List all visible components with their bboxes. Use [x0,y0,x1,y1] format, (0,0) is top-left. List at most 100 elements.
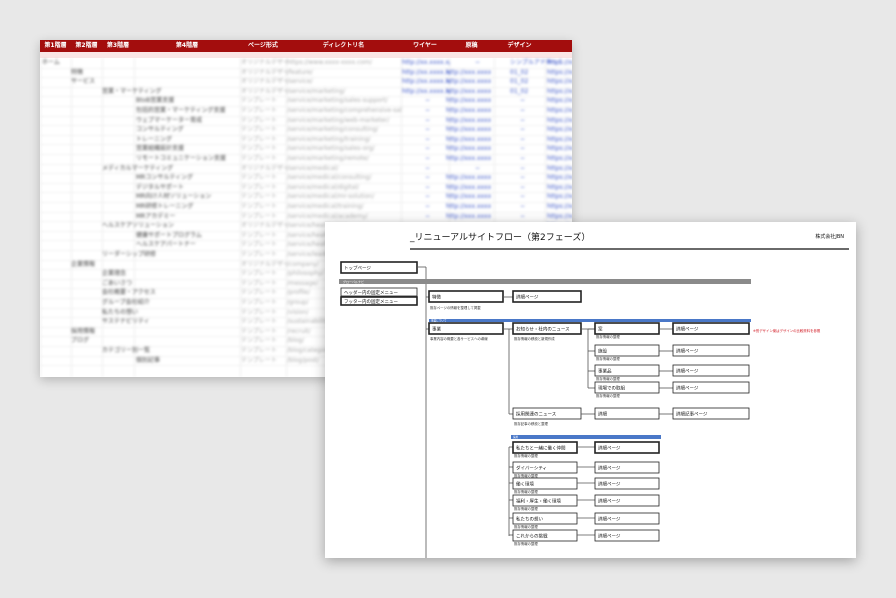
table-cell: テンプレート [241,107,277,114]
flow-node-label: 特徴 [432,294,441,301]
flow-node-label: 詳細記事ページ [676,411,708,418]
table-cell: 私たちの想い [102,308,139,316]
table-cell: テンプレート [241,155,277,162]
table-cell: テンプレート [241,231,277,239]
column-header: デザイン [507,42,532,49]
table-cell: http://xxx.xxxx.x/ [446,212,491,220]
flow-node-label: 事業品 [598,368,612,375]
table-cell: /service/medical/training/ [287,203,364,210]
table-cell: /service/medical/academy/ [287,212,368,220]
table-cell: https://xx [547,68,572,76]
flow-node-label: 詳細ページ [598,445,621,452]
table-cell: /service/marketing/training/ [287,135,371,143]
table-cell: https://xx [547,174,572,182]
table-cell: https://xx [547,135,572,143]
flow-node-label: 詳細ページ [516,294,539,301]
flow-node-label: 施設 [598,348,607,355]
flow-node-label: 詳細ページ [598,465,621,472]
table-cell: オリジナルデザイン [241,59,287,66]
table-cell: オリジナルデザイン [241,68,287,76]
table-cell: − [475,164,481,172]
table-cell: テンプレート [241,347,277,354]
table-cell: https://xx [547,145,572,153]
news-child-node [594,322,660,335]
table-cell: テンプレート [241,203,277,210]
table-cell: テンプレート [241,299,277,306]
table-cell: https://www.xxxx-xxxx.com/ [287,59,372,66]
flow-node-note: 既存情報の整理 [596,376,620,381]
flow-node-label: フッター内の固定メニュー [344,298,398,305]
annotation-note: ※別デザイン案はデザインの比較資料を参照 [753,328,821,333]
flow-node-label: 詳細ページ [598,481,621,488]
table-cell: オリジナルデザイン [241,87,287,95]
flow-node-label: 詳細ページ [598,533,621,540]
flow-node-note: 既存情報の整理 [514,473,538,478]
table-cell: ブログ [71,337,90,345]
flow-node-note: 既存情報の整理 [596,393,620,398]
column-header: 第4階層 [175,42,199,49]
flow-node-label: 現場での取組 [598,385,625,392]
table-cell: /service/marketing/comprehensive-sales-s… [287,107,402,114]
table-cell: オリジナルデザイン [241,222,287,230]
flow-node-label: トップページ [344,266,371,272]
flow-node-note: 既存情報の整理 [596,334,620,339]
table-cell: テンプレート [241,318,277,326]
table-cell: http://xxx.xxxx.x/ [446,135,491,143]
table-cell: ヘルスケアソリューション [102,222,174,230]
flow-node-note: 既存情報の整理 [514,524,538,529]
table-cell: https://xx [547,107,572,114]
flow-node-note: 既存情報の整理 [514,541,538,546]
flow-node-label: ダイバーシティ [516,465,547,472]
table-cell: http://xxx.xxxx.x/ [446,193,491,201]
table-cell: http://xxx.xxxx.x/ [446,78,491,86]
table-cell: テンプレート [241,251,277,258]
table-cell: https://xx [547,203,572,210]
table-cell: https://xx [547,78,572,86]
table-cell: http://xxx.xxxx.x/ [446,68,491,76]
flow-node-label: 詳細 [598,411,607,418]
table-cell: http://xxx.xxxx.x/ [446,203,491,210]
flow-node-note: 事業内容の概要と各サービスへの導線 [430,336,488,341]
flow-node-label: お知らせ・社内のニュース [516,326,570,333]
table-cell: テンプレート [241,145,277,153]
table-cell: /service/medical/digital/ [287,183,359,191]
table-cell: 特徴 [71,68,84,76]
table-cell: テンプレート [241,356,277,364]
table-cell: /service/marketing/sales-support/ [287,97,388,105]
spreadsheet-header: 第1階層 第2階層 第3階層 第4階層 ページ形式 ディレクトリ名 ワイヤー 原稿 デザイン [40,40,572,52]
table-cell: http://xxx.xxxx.x/ [446,116,491,124]
flow-node-label: 働く環境 [516,481,534,488]
table-cell: https://xx [547,59,572,66]
table-cell: テンプレート [241,174,277,182]
flow-node-label: 詳細ページ [676,326,699,333]
flow-node-label: 私たちと一緒に働く仲間 [516,445,566,452]
section-label: グローバルナビ [343,279,364,284]
table-cell: 採用情報 [71,327,96,335]
table-cell: 営業・マーケティング [102,87,162,95]
flow-node-label: 詳細ページ [598,516,621,523]
table-cell: http://xxx.xxxx.x/ [446,126,491,134]
column-header: ディレクトリ名 [322,42,365,49]
flow-node-note: 既存情報の整理 [514,506,538,511]
table-cell: http://xx.xxxx.x/ [402,78,450,86]
table-cell: テンプレート [241,135,277,143]
table-cell: /service/medical/consulting/ [287,174,372,182]
table-cell: テンプレート [241,183,277,191]
flow-node-label: 詳細ページ [598,498,621,505]
table-cell: https://xx [547,97,572,105]
flow-node-note: 既存情報の整理 [514,453,538,458]
table-cell: リーダーシップ研修 [102,251,156,258]
table-cell: ごあいさつ [102,279,133,287]
column-header: 第2階層 [75,42,98,49]
table-cell: /service/marketing/ [287,87,346,95]
table-cell: https://xx [547,193,572,201]
flow-node-note: 既存ページの情報を整理して掲載 [430,305,481,310]
flow-node-note: 既存情報の移設と新規作成 [514,336,555,341]
table-cell: テンプレート [241,279,277,287]
table-cell: https://xx [547,183,572,191]
business-section-bar [429,319,751,322]
flow-node-label: 詳細ページ [676,368,699,375]
table-cell: 企業情報 [71,260,96,268]
table-cell: テンプレート [241,212,277,220]
flow-node-label: 詳細ページ [676,385,699,392]
